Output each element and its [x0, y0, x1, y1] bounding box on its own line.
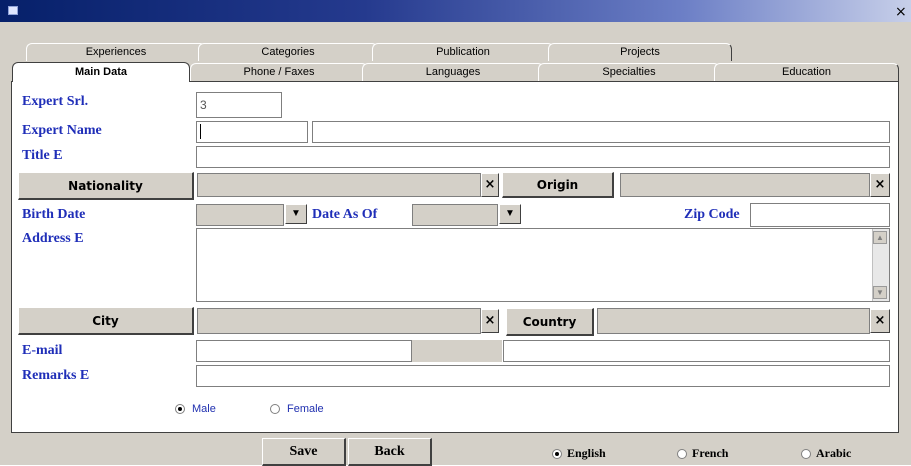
female-radio[interactable]: [270, 404, 280, 414]
tab-phone-faxes[interactable]: Phone / Faxes: [190, 63, 368, 81]
close-icon[interactable]: ×: [895, 4, 907, 20]
tab-experiences[interactable]: Experiences: [26, 43, 206, 61]
city-button[interactable]: City: [18, 307, 194, 335]
scroll-up-icon[interactable]: ▲: [873, 231, 887, 244]
tab-education[interactable]: Education: [714, 63, 899, 81]
remarks-label: Remarks E: [22, 368, 90, 383]
title-bar: [0, 0, 911, 22]
country-field[interactable]: [597, 308, 870, 334]
date-as-of-dropdown-icon[interactable]: ▼: [499, 204, 521, 224]
arabic-radio[interactable]: [801, 449, 811, 459]
address-textarea[interactable]: [196, 228, 890, 302]
origin-button[interactable]: Origin: [502, 172, 614, 198]
french-radio[interactable]: [677, 449, 687, 459]
city-clear-icon[interactable]: ×: [481, 309, 499, 333]
birth-date-field[interactable]: [196, 204, 284, 226]
origin-field[interactable]: [620, 173, 870, 197]
email-label: E-mail: [22, 343, 63, 358]
expert-srl-label: Expert Srl.: [22, 94, 89, 109]
tab-specialties[interactable]: Specialties: [538, 63, 720, 81]
expert-srl-field[interactable]: 3: [196, 92, 282, 118]
scroll-down-icon[interactable]: ▼: [873, 286, 887, 299]
nationality-clear-icon[interactable]: ×: [481, 173, 499, 197]
zip-code-label: Zip Code: [684, 207, 740, 222]
back-button[interactable]: Back: [348, 438, 432, 466]
origin-clear-icon[interactable]: ×: [870, 173, 890, 197]
tab-publication[interactable]: Publication: [372, 43, 554, 61]
nationality-field[interactable]: [197, 173, 481, 197]
female-label: Female: [287, 403, 324, 415]
app-icon: [8, 6, 18, 15]
expert-name-first-field[interactable]: [196, 121, 308, 143]
text-cursor: [200, 124, 201, 139]
birth-date-dropdown-icon[interactable]: ▼: [285, 204, 307, 224]
zip-code-field[interactable]: [750, 203, 890, 227]
birth-date-label: Birth Date: [22, 207, 86, 222]
date-as-of-label: Date As Of: [312, 207, 378, 222]
title-label: Title E: [22, 148, 63, 163]
save-button[interactable]: Save: [262, 438, 346, 466]
english-label: English: [567, 446, 606, 460]
english-radio[interactable]: [552, 449, 562, 459]
tab-categories[interactable]: Categories: [198, 43, 378, 61]
tab-languages[interactable]: Languages: [362, 63, 544, 81]
email-field[interactable]: [196, 340, 412, 362]
email-gap: [412, 340, 502, 362]
arabic-label: Arabic: [816, 446, 852, 460]
tab-main-data[interactable]: Main Data: [12, 62, 190, 82]
title-field[interactable]: [196, 146, 890, 168]
male-radio[interactable]: [175, 404, 185, 414]
city-field[interactable]: [197, 308, 481, 334]
nationality-button[interactable]: Nationality: [18, 172, 194, 200]
remarks-field[interactable]: [196, 365, 890, 387]
email-field-secondary[interactable]: [503, 340, 890, 362]
expert-name-label: Expert Name: [22, 123, 102, 138]
french-label: French: [692, 446, 729, 460]
address-label: Address E: [22, 231, 84, 246]
country-button[interactable]: Country: [506, 308, 594, 336]
country-clear-icon[interactable]: ×: [870, 309, 890, 333]
expert-name-last-field[interactable]: [312, 121, 890, 143]
tab-projects[interactable]: Projects: [548, 43, 732, 61]
male-label: Male: [192, 403, 216, 415]
date-as-of-field[interactable]: [412, 204, 498, 226]
